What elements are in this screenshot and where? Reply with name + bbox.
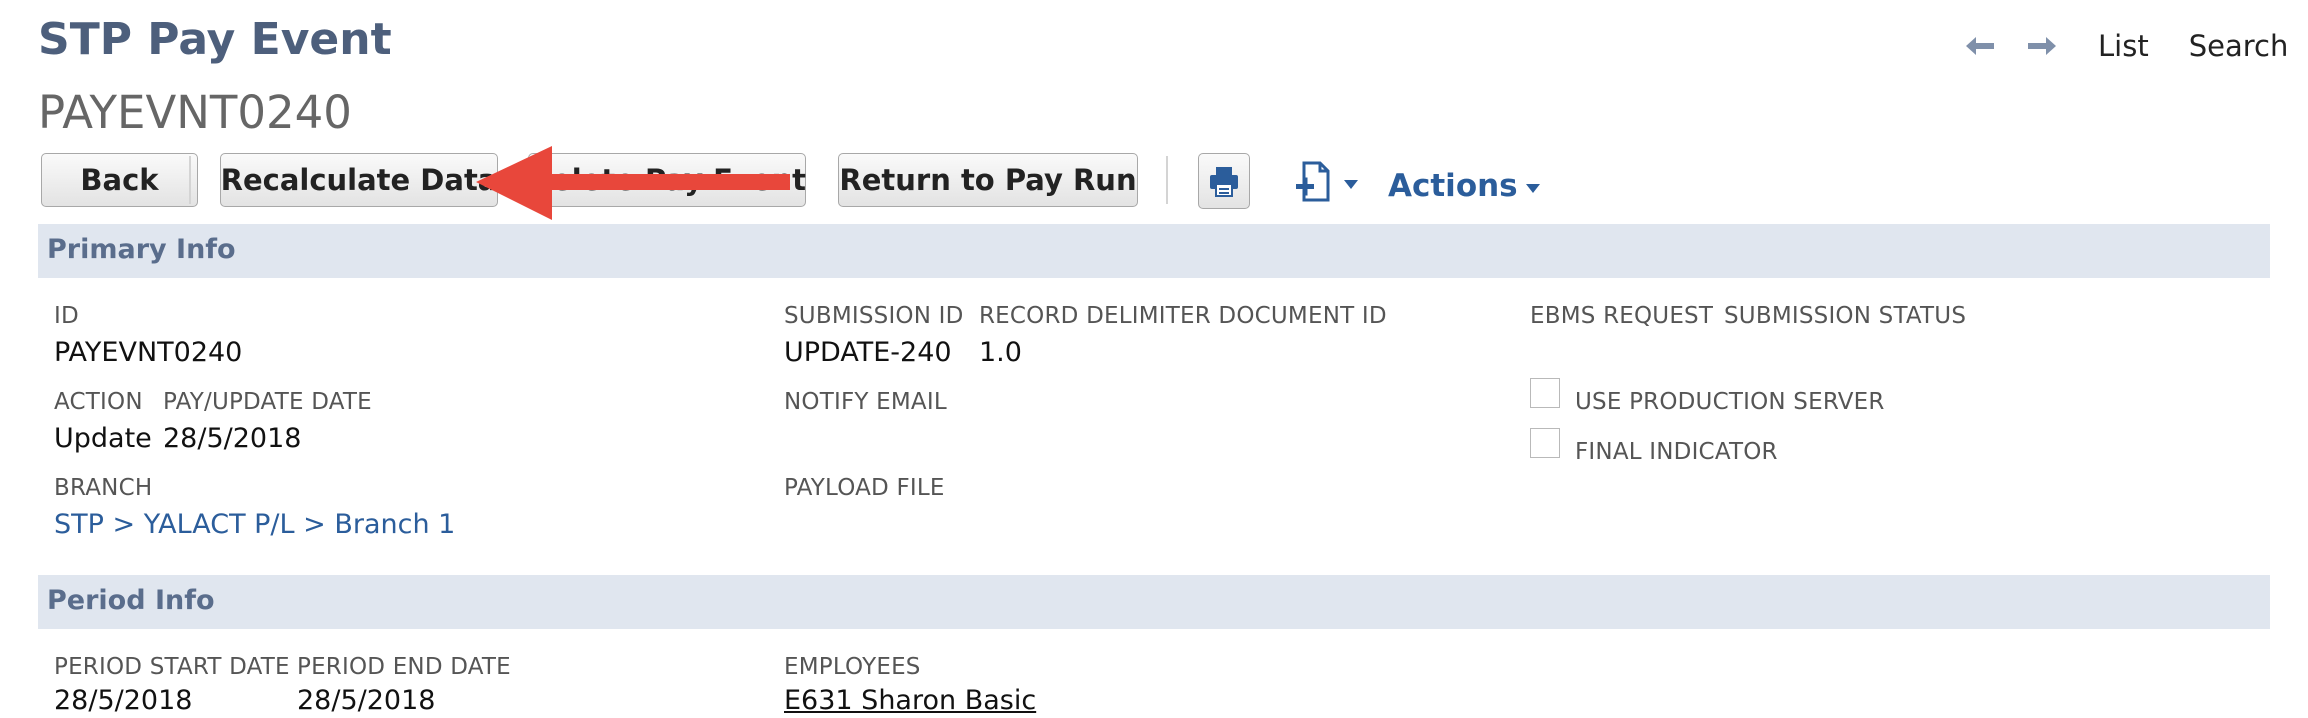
new-document-menu[interactable] bbox=[1290, 160, 1358, 204]
primary-info-title: Primary Info bbox=[47, 234, 236, 265]
pay-update-date-label: PAY/UPDATE DATE bbox=[163, 389, 372, 415]
period-start-date-label: PERIOD START DATE bbox=[54, 654, 290, 680]
period-info-title: Period Info bbox=[47, 585, 215, 616]
id-label: ID bbox=[54, 303, 79, 329]
final-indicator-checkbox[interactable] bbox=[1530, 428, 1560, 458]
back-button[interactable]: Back bbox=[41, 153, 198, 207]
notify-email-label: NOTIFY EMAIL bbox=[784, 389, 947, 415]
search-link[interactable]: Search bbox=[2189, 29, 2289, 63]
arrow-right-icon[interactable] bbox=[2022, 26, 2062, 66]
action-label: ACTION bbox=[54, 389, 143, 415]
return-to-pay-run-button[interactable]: Return to Pay Run bbox=[838, 153, 1138, 207]
submission-id-label: SUBMISSION ID bbox=[784, 303, 964, 329]
red-arrow bbox=[476, 146, 790, 220]
branch-label: BRANCH bbox=[54, 475, 153, 501]
period-end-date-label: PERIOD END DATE bbox=[297, 654, 511, 680]
record-id: PAYEVNT0240 bbox=[38, 86, 352, 139]
record-delimiter-value: 1.0 bbox=[979, 337, 1022, 368]
toolbar-separator bbox=[1166, 156, 1168, 204]
submission-status-label: SUBMISSION STATUS bbox=[1724, 303, 1967, 329]
ebms-request-label: EBMS REQUEST bbox=[1530, 303, 1714, 329]
submission-id-value: UPDATE-240 bbox=[784, 337, 952, 368]
branch-link[interactable]: STP > YALACT P/L > Branch 1 bbox=[54, 509, 455, 540]
final-indicator-label: FINAL INDICATOR bbox=[1575, 439, 1778, 465]
period-end-date-value: 28/5/2018 bbox=[297, 685, 436, 716]
toolbar-separator bbox=[189, 156, 191, 204]
action-value: Update bbox=[54, 423, 152, 454]
pay-update-date-value: 28/5/2018 bbox=[163, 423, 302, 454]
actions-label: Actions bbox=[1388, 168, 1518, 204]
period-info-section-header[interactable]: Period Info bbox=[38, 575, 2270, 629]
stp-pay-event-page: STP Pay Event PAYEVNT0240 List Search Ba… bbox=[0, 0, 2308, 718]
page-title: STP Pay Event bbox=[38, 14, 392, 65]
chevron-down-icon bbox=[1525, 183, 1540, 193]
arrow-left-icon[interactable] bbox=[1960, 26, 2000, 66]
record-navigation: List Search bbox=[1960, 24, 2308, 68]
period-start-date-value: 28/5/2018 bbox=[54, 685, 193, 716]
use-production-server-label: USE PRODUCTION SERVER bbox=[1575, 389, 1885, 415]
actions-menu[interactable]: Actions bbox=[1388, 168, 1540, 204]
chevron-down-icon bbox=[1344, 179, 1358, 189]
recalculate-data-button[interactable]: Recalculate Data bbox=[220, 153, 498, 207]
use-production-server-checkbox[interactable] bbox=[1530, 378, 1560, 408]
employee-link[interactable]: E631 Sharon Basic bbox=[784, 685, 1036, 716]
payload-file-label: PAYLOAD FILE bbox=[784, 475, 945, 501]
new-document-icon bbox=[1296, 161, 1330, 202]
employees-label: EMPLOYEES bbox=[784, 654, 921, 680]
list-link[interactable]: List bbox=[2098, 29, 2149, 63]
primary-info-section-header[interactable]: Primary Info bbox=[38, 224, 2270, 278]
print-icon bbox=[1210, 167, 1238, 197]
print-button[interactable] bbox=[1198, 153, 1250, 209]
record-delimiter-label: RECORD DELIMITER DOCUMENT ID bbox=[979, 303, 1387, 329]
id-value: PAYEVNT0240 bbox=[54, 337, 243, 368]
